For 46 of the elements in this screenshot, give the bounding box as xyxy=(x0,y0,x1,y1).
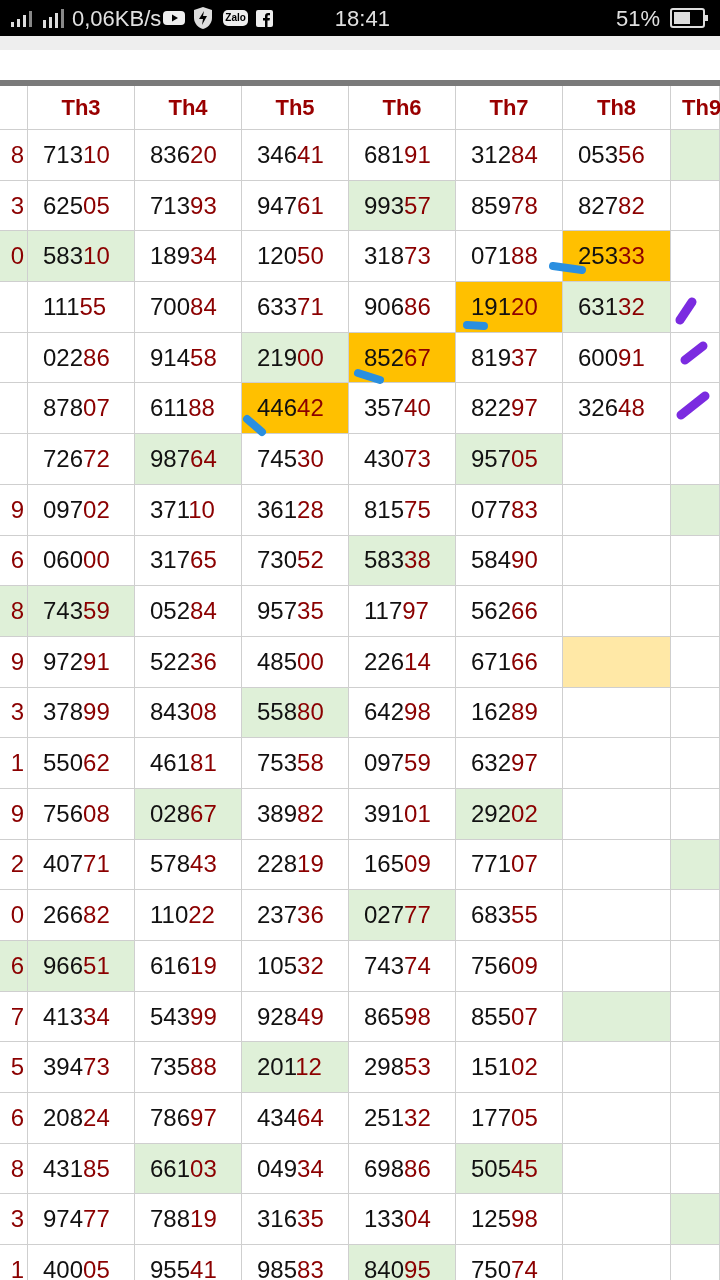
table-cell: 85267 xyxy=(349,332,456,383)
facebook-icon xyxy=(255,9,273,27)
table-cell: 58310 xyxy=(28,231,135,282)
column-header: Th4 xyxy=(135,86,242,129)
table-cell: 96651 xyxy=(28,941,135,991)
table-cell: 99357 xyxy=(349,180,456,231)
table-cell: 20112 xyxy=(242,1042,349,1093)
table-cell: 84095 xyxy=(349,1245,456,1280)
table-cell: 66103 xyxy=(135,1143,242,1194)
table-cell: 63132 xyxy=(563,282,671,332)
table-cell: 50545 xyxy=(456,1143,563,1194)
table-cell: 21900 xyxy=(242,332,349,383)
table-cell: 8 xyxy=(0,586,28,636)
column-header: Th7 xyxy=(456,86,563,129)
table-cell: 98764 xyxy=(135,434,242,484)
column-header: Th6 xyxy=(349,86,456,129)
table-cell: 44642 xyxy=(242,383,349,434)
network-speed: 0,06KB/s xyxy=(72,4,162,33)
table-cell: 0 xyxy=(0,231,28,282)
shield-icon xyxy=(193,6,214,30)
play-icon xyxy=(163,10,186,26)
column-header: Th5 xyxy=(242,86,349,129)
zalo-icon: Zalo xyxy=(223,10,248,26)
pen-stroke xyxy=(354,369,384,384)
pen-stroke xyxy=(676,391,710,420)
column-header: Th3 xyxy=(28,86,135,129)
clock: 18:41 xyxy=(334,4,390,33)
pen-stroke xyxy=(675,297,697,325)
table-cell: 25333 xyxy=(563,231,671,282)
table-cell: 02777 xyxy=(349,890,456,940)
column-header: Th8 xyxy=(563,86,671,129)
table-cell: 29202 xyxy=(456,788,563,839)
pen-stroke xyxy=(463,321,488,330)
column-header: Th9 xyxy=(671,86,720,129)
table-cell: 74359 xyxy=(28,586,135,636)
battery-percentage: 51% xyxy=(615,4,660,33)
table-cell: 55880 xyxy=(242,687,349,738)
table-cell: 6 xyxy=(0,941,28,991)
pen-stroke xyxy=(680,341,708,365)
table-cell: 58338 xyxy=(349,535,456,586)
table-cell: 95705 xyxy=(456,434,563,484)
table-cell: 02867 xyxy=(135,788,242,839)
battery-icon xyxy=(670,8,708,28)
table-cell: 19120 xyxy=(456,282,563,332)
pen-stroke xyxy=(243,415,266,436)
pen-stroke xyxy=(549,262,586,274)
